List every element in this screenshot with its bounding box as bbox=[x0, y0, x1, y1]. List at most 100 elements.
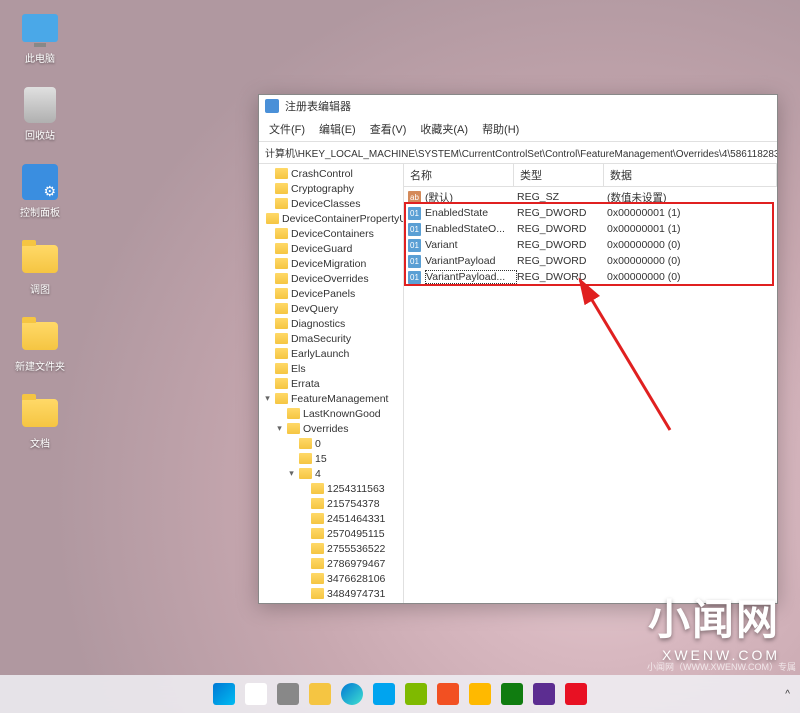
tree-item[interactable]: DeviceContainerPropertyUpda bbox=[259, 211, 403, 226]
tree-item[interactable]: DevicePanels bbox=[259, 286, 403, 301]
tree-item[interactable]: 3484974731 bbox=[259, 586, 403, 601]
tree-item[interactable]: 2786979467 bbox=[259, 556, 403, 571]
col-header-type[interactable]: 类型 bbox=[514, 164, 604, 186]
taskbar-app-6[interactable] bbox=[530, 680, 558, 708]
menu-item[interactable]: 帮助(H) bbox=[476, 119, 525, 139]
desktop-icon-folder[interactable]: 文档 bbox=[10, 393, 70, 450]
taskbar-explorer[interactable] bbox=[306, 680, 334, 708]
value-type: REG_DWORD bbox=[517, 207, 607, 219]
folder-icon bbox=[275, 168, 288, 179]
tree-item-label: Overrides bbox=[303, 423, 349, 435]
tree-item[interactable]: ▾4 bbox=[259, 466, 403, 481]
system-tray[interactable]: ^ bbox=[785, 689, 790, 700]
values-header[interactable]: 名称 类型 数据 bbox=[404, 164, 777, 187]
tree-item[interactable]: ▾ Overrides bbox=[259, 421, 403, 436]
value-row[interactable]: 01VariantPayload...REG_DWORD0x00000000 (… bbox=[404, 269, 777, 285]
taskbar-edge[interactable] bbox=[338, 680, 366, 708]
value-type: REG_DWORD bbox=[517, 255, 607, 267]
tree-item[interactable]: 2451464331 bbox=[259, 511, 403, 526]
tree-item[interactable]: EarlyLaunch bbox=[259, 346, 403, 361]
menu-item[interactable]: 编辑(E) bbox=[313, 119, 362, 139]
tree-item[interactable]: LastKnownGood bbox=[259, 406, 403, 421]
bin-icon bbox=[24, 87, 56, 123]
desktop-icon-bin[interactable]: 回收站 bbox=[10, 85, 70, 142]
tree-item-label: 2570495115 bbox=[327, 528, 385, 540]
menu-item[interactable]: 文件(F) bbox=[263, 119, 311, 139]
taskbar-taskview[interactable] bbox=[274, 680, 302, 708]
tree-item-label: DeviceContainers bbox=[291, 228, 374, 240]
tray-chevron-icon[interactable]: ^ bbox=[785, 689, 790, 700]
tree-item[interactable]: DmaSecurity bbox=[259, 331, 403, 346]
value-row[interactable]: 01EnabledStateO...REG_DWORD0x00000001 (1… bbox=[404, 221, 777, 237]
tree-item[interactable]: DeviceContainers bbox=[259, 226, 403, 241]
registry-tree[interactable]: CrashControlCryptographyDeviceClasses Dev… bbox=[259, 164, 404, 603]
desktop-icon-folder[interactable]: 调图 bbox=[10, 239, 70, 296]
tree-item[interactable]: 3476628106 bbox=[259, 571, 403, 586]
tree-item[interactable]: 0 bbox=[259, 436, 403, 451]
tree-item[interactable]: 15 bbox=[259, 451, 403, 466]
value-row[interactable]: ab(默认)REG_SZ(数值未设置) bbox=[404, 189, 777, 205]
tree-item[interactable]: Cryptography bbox=[259, 181, 403, 196]
binary-value-icon: 01 bbox=[408, 223, 421, 236]
tree-item-label: DeviceContainerPropertyUpda bbox=[282, 213, 404, 225]
windows-icon bbox=[213, 683, 235, 705]
col-header-data[interactable]: 数据 bbox=[604, 164, 777, 186]
tree-expander-icon[interactable]: ▾ bbox=[263, 393, 272, 404]
taskbar-app-7[interactable] bbox=[562, 680, 590, 708]
desktop-icon-pc[interactable]: 此电脑 bbox=[10, 8, 70, 65]
taskbar-app-5[interactable] bbox=[498, 680, 526, 708]
taskview-icon bbox=[277, 683, 299, 705]
tree-item[interactable]: DeviceOverrides bbox=[259, 271, 403, 286]
address-bar[interactable]: 计算机\HKEY_LOCAL_MACHINE\SYSTEM\CurrentCon… bbox=[259, 142, 777, 164]
tree-item[interactable]: 2570495115 bbox=[259, 526, 403, 541]
taskbar-search[interactable] bbox=[242, 680, 270, 708]
folder-icon bbox=[275, 258, 288, 269]
value-row[interactable]: 01VariantREG_DWORD0x00000000 (0) bbox=[404, 237, 777, 253]
values-body[interactable]: ab(默认)REG_SZ(数值未设置)01EnabledStateREG_DWO… bbox=[404, 187, 777, 603]
folder-icon bbox=[309, 683, 331, 705]
taskbar-app-2[interactable] bbox=[402, 680, 430, 708]
start-button[interactable] bbox=[210, 680, 238, 708]
tree-item[interactable]: Diagnostics bbox=[259, 316, 403, 331]
taskbar-app-3[interactable] bbox=[434, 680, 462, 708]
binary-value-icon: 01 bbox=[408, 255, 421, 268]
tree-item[interactable]: 215754378 bbox=[259, 496, 403, 511]
desktop-icon-label: 文档 bbox=[30, 435, 50, 450]
taskbar-app-4[interactable] bbox=[466, 680, 494, 708]
tree-item[interactable]: 1254311563 bbox=[259, 481, 403, 496]
desktop-icon-folder[interactable]: 新建文件夹 bbox=[10, 316, 70, 373]
folder-icon bbox=[22, 399, 58, 427]
tree-item[interactable]: DevQuery bbox=[259, 301, 403, 316]
desktop-icon-cp[interactable]: 控制面板 bbox=[10, 162, 70, 219]
folder-icon bbox=[22, 245, 58, 273]
tree-item[interactable]: Errata bbox=[259, 376, 403, 391]
tree-item[interactable]: DeviceGuard bbox=[259, 241, 403, 256]
folder-icon bbox=[275, 393, 288, 404]
tree-item[interactable]: ▾FeatureManagement bbox=[259, 391, 403, 406]
watermark: 小闻网 XWENW.COM bbox=[648, 586, 780, 663]
folder-icon bbox=[275, 243, 288, 254]
titlebar[interactable]: 注册表编辑器 bbox=[259, 95, 777, 117]
tree-item[interactable]: DeviceClasses bbox=[259, 196, 403, 211]
tree-item-label: DmaSecurity bbox=[291, 333, 351, 345]
taskbar-app-1[interactable] bbox=[370, 680, 398, 708]
value-name[interactable]: VariantPayload... bbox=[425, 270, 517, 284]
tree-item[interactable]: Els bbox=[259, 361, 403, 376]
tree-item[interactable]: 2755536522 bbox=[259, 541, 403, 556]
value-row[interactable]: 01VariantPayloadREG_DWORD0x00000000 (0) bbox=[404, 253, 777, 269]
menu-item[interactable]: 收藏夹(A) bbox=[414, 119, 474, 139]
tree-expander-icon[interactable]: ▾ bbox=[275, 423, 284, 434]
taskbar[interactable]: ^ bbox=[0, 675, 800, 713]
tree-item-label: 426540682 bbox=[327, 603, 380, 604]
tree-item[interactable]: CrashControl bbox=[259, 166, 403, 181]
app-icon bbox=[469, 683, 491, 705]
tree-expander-icon[interactable]: ▾ bbox=[287, 468, 296, 479]
folder-icon bbox=[275, 303, 288, 314]
pc-icon bbox=[22, 14, 58, 42]
tree-item[interactable]: 426540682 bbox=[259, 601, 403, 603]
tree-item[interactable]: DeviceMigration bbox=[259, 256, 403, 271]
col-header-name[interactable]: 名称 bbox=[404, 164, 514, 186]
tree-item-label: 2755536522 bbox=[327, 543, 385, 555]
menu-item[interactable]: 查看(V) bbox=[364, 119, 413, 139]
value-row[interactable]: 01EnabledStateREG_DWORD0x00000001 (1) bbox=[404, 205, 777, 221]
